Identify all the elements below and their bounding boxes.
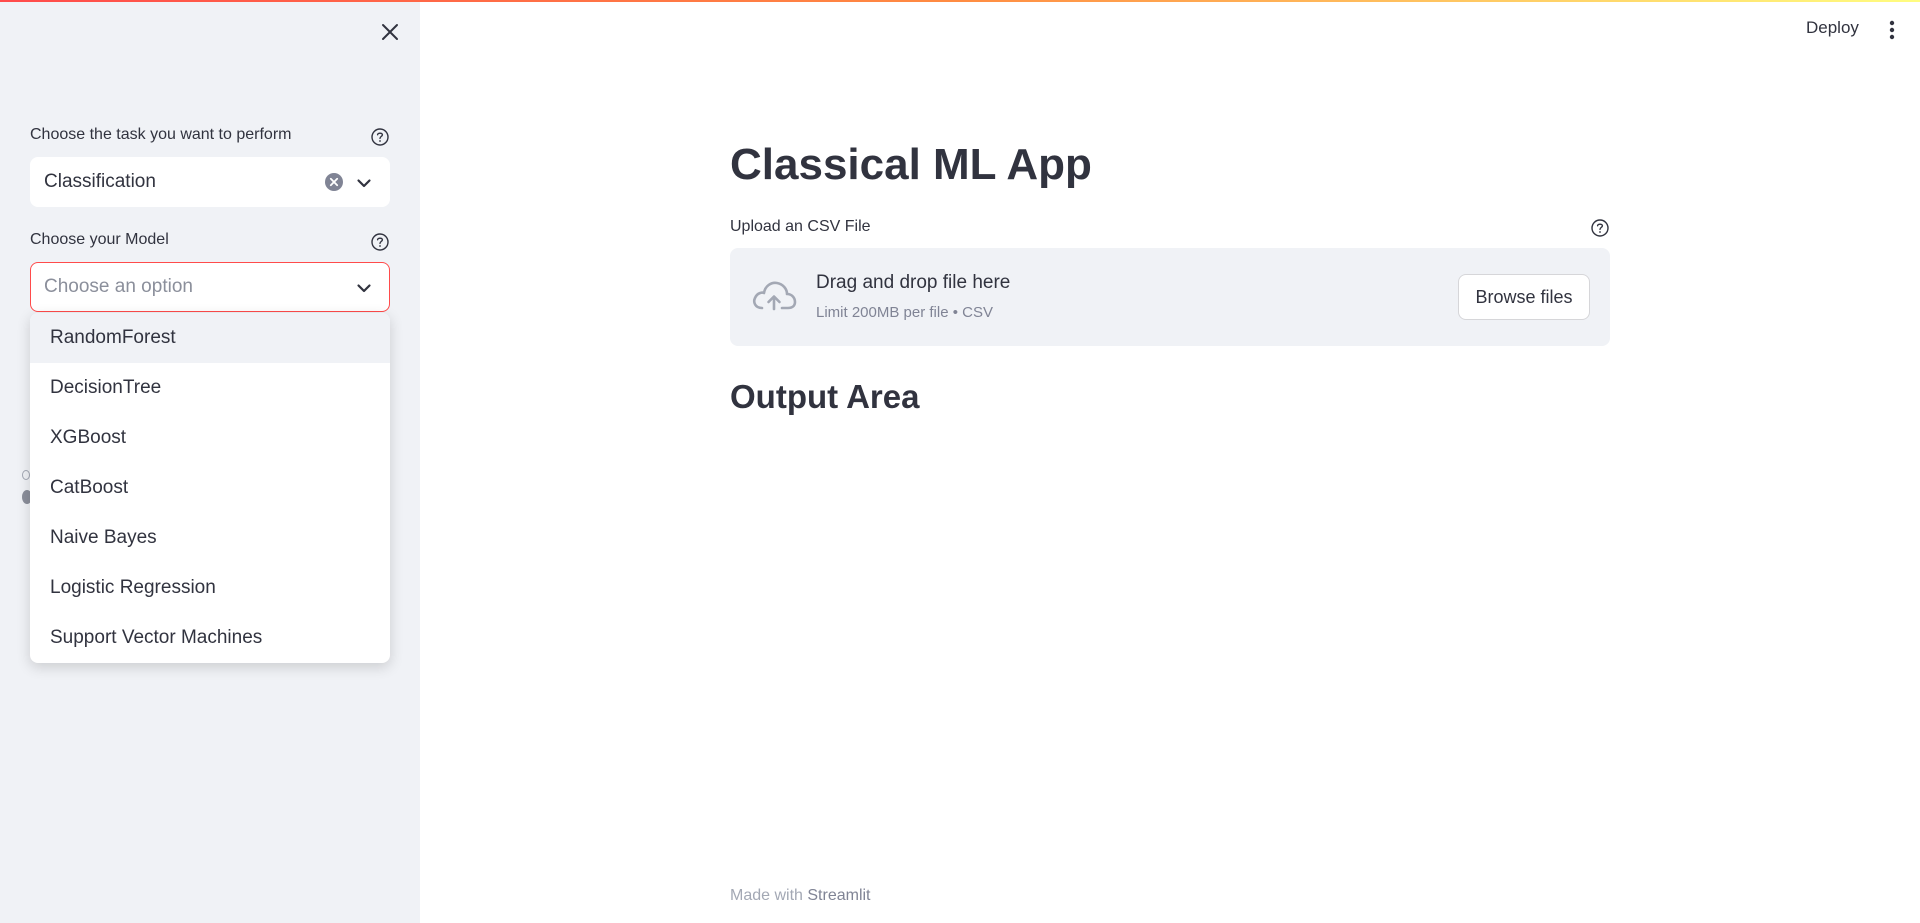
task-select-label: Choose the task you want to perform — [30, 126, 292, 143]
obscured-widget-icon — [22, 470, 30, 480]
deploy-button[interactable]: Deploy — [1806, 18, 1859, 38]
dropdown-option[interactable]: Support Vector Machines — [30, 613, 390, 663]
dropdown-option[interactable]: CatBoost — [30, 463, 390, 513]
output-area-heading: Output Area — [730, 378, 920, 415]
model-select-placeholder: Choose an option — [44, 276, 193, 297]
main-menu-button[interactable] — [1880, 18, 1904, 42]
dropdown-option[interactable]: Logistic Regression — [30, 563, 390, 613]
chevron-down-icon[interactable] — [355, 174, 373, 192]
cloud-upload-icon — [752, 281, 797, 311]
close-icon[interactable] — [381, 23, 399, 41]
chevron-down-icon[interactable] — [355, 279, 373, 297]
dropzone-limit-text: Limit 200MB per file • CSV — [816, 304, 993, 321]
footer: Made with Streamlit — [730, 887, 871, 905]
clear-selection-icon[interactable] — [324, 172, 344, 192]
top-decoration-bar — [0, 0, 1920, 2]
dropdown-option[interactable]: RandomForest — [30, 313, 390, 363]
file-dropzone[interactable]: Drag and drop file here Limit 200MB per … — [730, 248, 1610, 346]
dropdown-option[interactable]: Naive Bayes — [30, 513, 390, 563]
dropdown-option[interactable]: XGBoost — [30, 413, 390, 463]
model-select[interactable]: Choose an option — [30, 262, 390, 312]
close-sidebar-button[interactable] — [376, 18, 404, 46]
task-select-value: Classification — [44, 171, 156, 192]
model-select-label: Choose your Model — [30, 231, 169, 248]
task-select[interactable]: Classification — [30, 157, 390, 207]
page-title: Classical ML App — [730, 140, 1092, 189]
dropdown-option[interactable]: DecisionTree — [30, 363, 390, 413]
file-uploader-label: Upload an CSV File — [730, 218, 871, 235]
model-dropdown-menu: RandomForest DecisionTree XGBoost CatBoo… — [30, 313, 390, 663]
streamlit-link[interactable]: Streamlit — [807, 887, 870, 904]
more-vertical-icon[interactable] — [1889, 20, 1895, 40]
sidebar: Choose the task you want to perform Clas… — [0, 0, 420, 923]
help-icon[interactable] — [370, 232, 390, 252]
dropzone-title: Drag and drop file here — [816, 272, 1011, 293]
browse-files-button[interactable]: Browse files — [1458, 274, 1590, 320]
footer-text: Made with — [730, 887, 808, 904]
help-icon[interactable] — [1590, 218, 1610, 238]
help-icon[interactable] — [370, 127, 390, 147]
